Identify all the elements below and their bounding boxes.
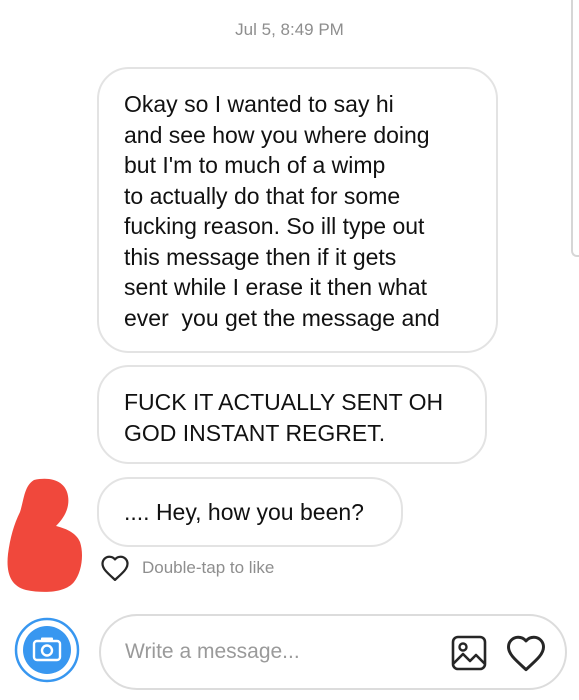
- camera-button[interactable]: [14, 617, 80, 683]
- message-line: but I'm to much of a wimp: [124, 152, 386, 178]
- message-bubble[interactable]: FUCK IT ACTUALLY SENT OH GOD INSTANT REG…: [97, 365, 487, 464]
- message-composer[interactable]: Write a message...: [99, 614, 567, 690]
- message-line: ever you get the message and: [124, 304, 440, 331]
- message-line: FUCK IT ACTUALLY SENT OH: [124, 389, 444, 415]
- like-hint-text: Double-tap to like: [142, 558, 275, 577]
- scroll-indicator: [571, 0, 579, 257]
- message-bubble[interactable]: Okay so I wanted to say hi and see how y…: [97, 67, 498, 353]
- message-line: .... Hey, how you been?: [124, 499, 364, 525]
- message-line: Okay so I wanted to say hi: [124, 91, 394, 117]
- camera-icon: [14, 617, 80, 683]
- message-input[interactable]: Write a message...: [125, 640, 300, 664]
- heart-icon[interactable]: [100, 554, 130, 582]
- message-line: sent while I erase it then what: [124, 274, 427, 300]
- message-timestamp: Jul 5, 8:49 PM: [235, 20, 344, 39]
- message-bubble[interactable]: .... Hey, how you been?: [97, 477, 403, 547]
- heart-icon[interactable]: [505, 633, 547, 673]
- message-line: this message then if it gets: [124, 243, 397, 270]
- redacted-avatar: [7, 478, 82, 592]
- double-tap-hint[interactable]: Double-tap to like: [100, 553, 274, 583]
- message-line: GOD INSTANT REGRET.: [124, 419, 386, 446]
- message-line: to actually do that for some: [124, 182, 401, 209]
- message-line: and see how you where doing: [124, 121, 430, 148]
- image-icon[interactable]: [450, 634, 488, 672]
- message-line: fucking reason. So ill type out: [124, 213, 425, 239]
